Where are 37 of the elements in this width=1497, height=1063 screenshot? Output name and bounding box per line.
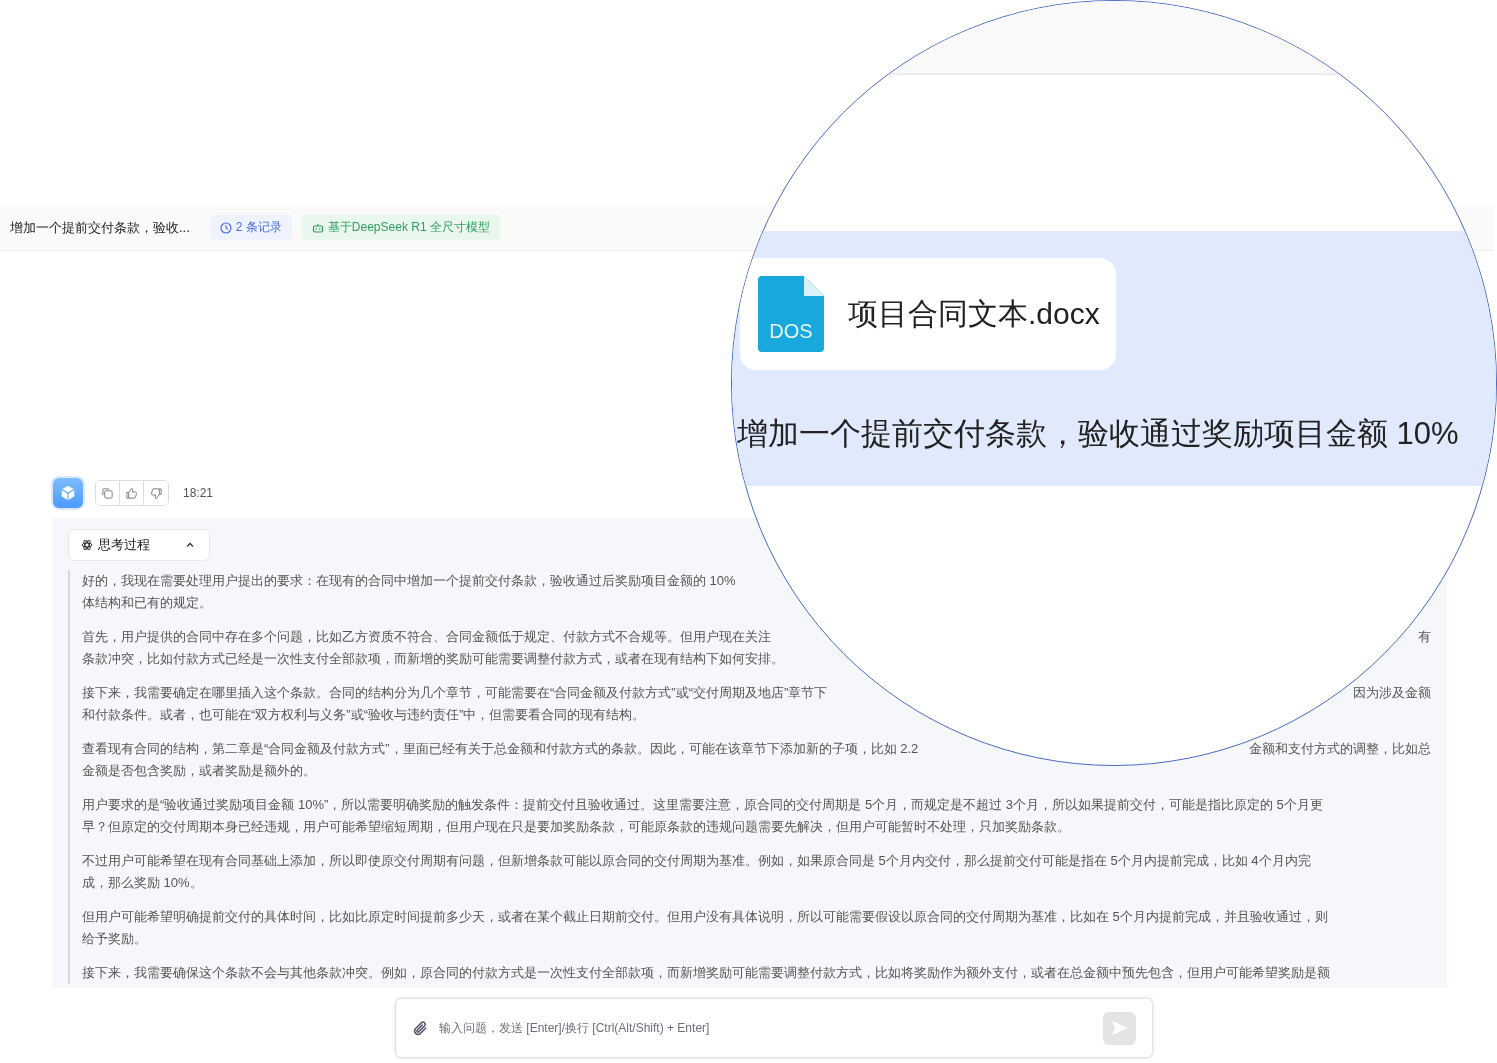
paperclip-icon[interactable] [412,1019,429,1037]
thumbs-down-icon [149,486,163,500]
file-card[interactable]: DOS 项目合同文本.docx [740,258,1116,370]
copy-icon [101,486,114,500]
tag[interactable]: 2 条记录 [209,215,292,240]
thought-text: 因为涉及金额 [1353,684,1431,702]
caret-icon [185,540,195,550]
thought-text: 查看现有合同的结构，第二章是“合同金额及付款方式”，里面已经有关于总金额和付款方式的条款。因此，可能在该章节下添加新的子项，比如 2.2 [82,740,919,758]
send-icon [1109,1018,1130,1038]
thought-text: 和付款条件。或者，也可能在“双方权利与义务”或“验收与违约责任”中，但需要看合同的现有结构。 [82,706,646,724]
thought-text: 早？但原定的交付周期本身已经违规，用户可能希望缩短周期，但用户现在只是要加奖励条款，可能原条款的违规问题需要先解决，但用户可能暂时不处理，只加奖励条款。 [82,818,1070,836]
conversation-title: 增加一个提前交付条款，验收... [10,218,190,237]
file-name: 项目合同文本.docx [848,295,1100,332]
thought-text: 不过用户可能希望在现有合同基础上添加，所以即使原交付周期有问题，但新增条款可能以原合同的交付周期为基准。例如，如果原合同是 5个月内交付，那么提前交付可能是指在 5个月内提前完成，比如 4个月内完 [82,852,1311,870]
thought-text: 金额和支付方式的调整，比如总 [1249,740,1431,758]
cube-icon [59,484,77,502]
message-text: 增加一个提前交付条款，验收通过奖励项目金额 10% [737,415,1459,453]
message-time: 18:21 [183,486,214,500]
thought-text: 有 [1418,628,1431,646]
thought-text: 接下来，我需要确定在哪里插入这个条款。合同的结构分为几个章节，可能需要在“合同金额及付款方式”或“交付周期及地店”章节下 [82,684,828,702]
thought-text: 成，那么奖励 10%。 [82,874,203,892]
thought-text: 用户要求的是“验收通过奖励项目金额 10%”，所以需要明确奖励的触发条件：提前交付且验收通过。这里需要注意，原合同的交付周期是 5个月，而规定是不超过 3个月，所以如果提前交付，可能是指比原定的 5个月更 [82,796,1323,814]
thumbs-up-icon [125,486,138,500]
thought-text: 但用户可能希望明确提前交付的具体时间，比如比原定时间提前多少天，或者在某个截止日期前交付。但用户没有具体说明，所以可能需要假设以原合同的交付周期为基准，比如在 5个月内提前完成，并且验收通过，则 [82,908,1328,926]
thought-text: 给予奖励。 [82,930,147,948]
thought-text: 接下来，我需要确保这个条款不会与其他条款冲突。例如，原合同的付款方式是一次性支付全部款项，而新增奖励可能需要调整付款方式，比如将奖励作为额外支付，或者在总金额中预先包含，但用户可能希望奖励是额 [82,964,1330,982]
thought-text: 好的，我现在需要处理用户提出的要求：在现有的合同中增加一个提前交付条款，验收通过后奖励项目金额的 10% [82,572,736,590]
thought-text: 体结构和已有的规定。 [82,594,212,612]
file-icon: DOS [758,276,824,352]
robot-icon [311,221,324,234]
atom-icon [81,539,93,551]
thought-text: 金额是否包含奖励，或者奖励是额外的。 [82,762,316,780]
thinking-toggle[interactable]: 思考过程 [68,529,210,561]
clock-icon [219,221,232,234]
thought-text: 条款冲突，比如付款方式已经是一次性支付全部款项，而新增的奖励可能需要调整付款方式，或者在现有结构下如何安排。 [82,650,784,668]
copy-button[interactable] [96,481,120,505]
thought-text: 首先，用户提供的合同中存在多个问题，比如乙方资质不符合、合同金额低于规定、付款方式不合规等。但用户现在关注 [82,628,771,646]
